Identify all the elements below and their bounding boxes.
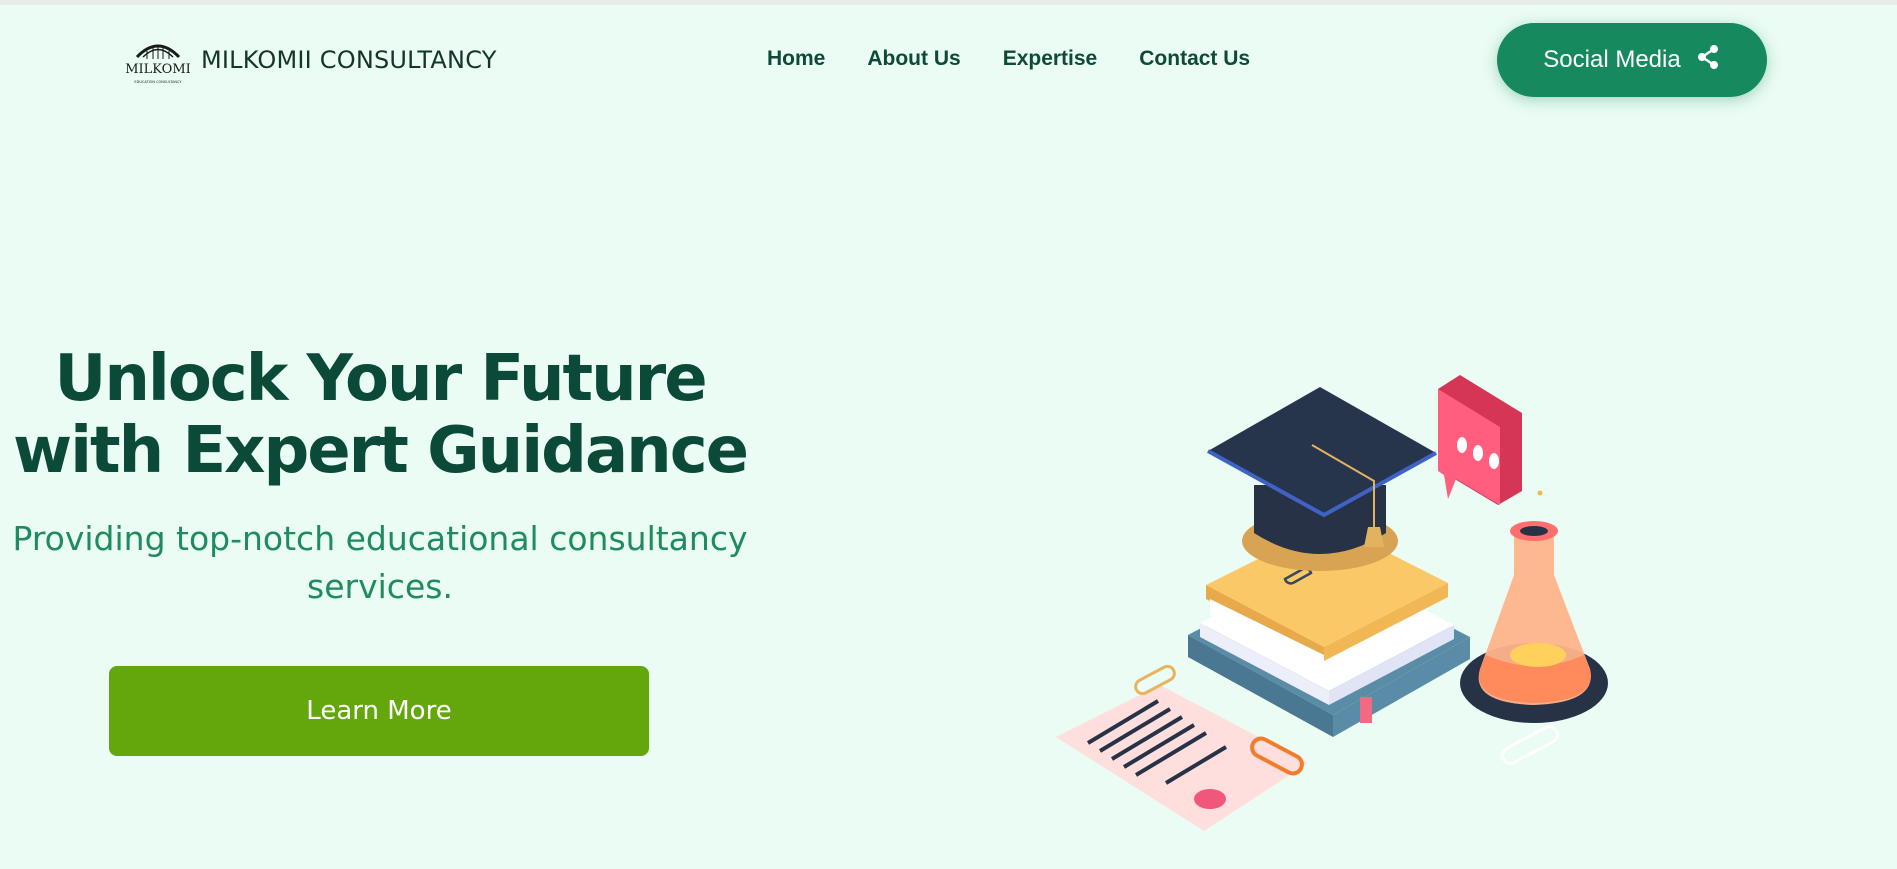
graduation-cap-icon bbox=[1207, 387, 1437, 571]
learn-more-label: Learn More bbox=[306, 696, 452, 726]
nav-home[interactable]: Home bbox=[767, 47, 825, 71]
brand-logo[interactable]: MILKOMI EDUCATION CONSULTANCY MILKOMII C… bbox=[125, 33, 497, 87]
social-media-label: Social Media bbox=[1543, 46, 1681, 73]
nav-expertise[interactable]: Expertise bbox=[1003, 47, 1098, 71]
chat-bubble-icon bbox=[1438, 375, 1522, 505]
logo-mark-text: MILKOMI bbox=[125, 62, 191, 77]
education-illustration bbox=[1040, 365, 1640, 845]
main-nav: Home About Us Expertise Contact Us bbox=[767, 47, 1250, 71]
nav-about-us[interactable]: About Us bbox=[867, 47, 960, 71]
brand-name: MILKOMII CONSULTANCY bbox=[201, 46, 497, 74]
logo-mark-subtext: EDUCATION CONSULTANCY bbox=[134, 80, 182, 84]
nav-contact-us[interactable]: Contact Us bbox=[1139, 47, 1250, 71]
flask-icon bbox=[1460, 521, 1608, 765]
hero-title: Unlock Your Future with Expert Guidance bbox=[0, 343, 760, 487]
social-media-button[interactable]: Social Media bbox=[1497, 23, 1767, 97]
page: MILKOMI EDUCATION CONSULTANCY MILKOMII C… bbox=[0, 0, 1897, 869]
hero-subtitle-line-2: services. bbox=[307, 567, 453, 606]
logo-mark: MILKOMI EDUCATION CONSULTANCY bbox=[125, 33, 191, 87]
share-icon bbox=[1695, 44, 1721, 77]
hero-subtitle: Providing top-notch educational consulta… bbox=[0, 515, 760, 611]
learn-more-button[interactable]: Learn More bbox=[109, 666, 649, 756]
hero-subtitle-line-1: Providing top-notch educational consulta… bbox=[12, 519, 748, 558]
hero-title-line-1: Unlock Your Future bbox=[54, 342, 707, 416]
hero-title-line-2: with Expert Guidance bbox=[12, 414, 749, 488]
